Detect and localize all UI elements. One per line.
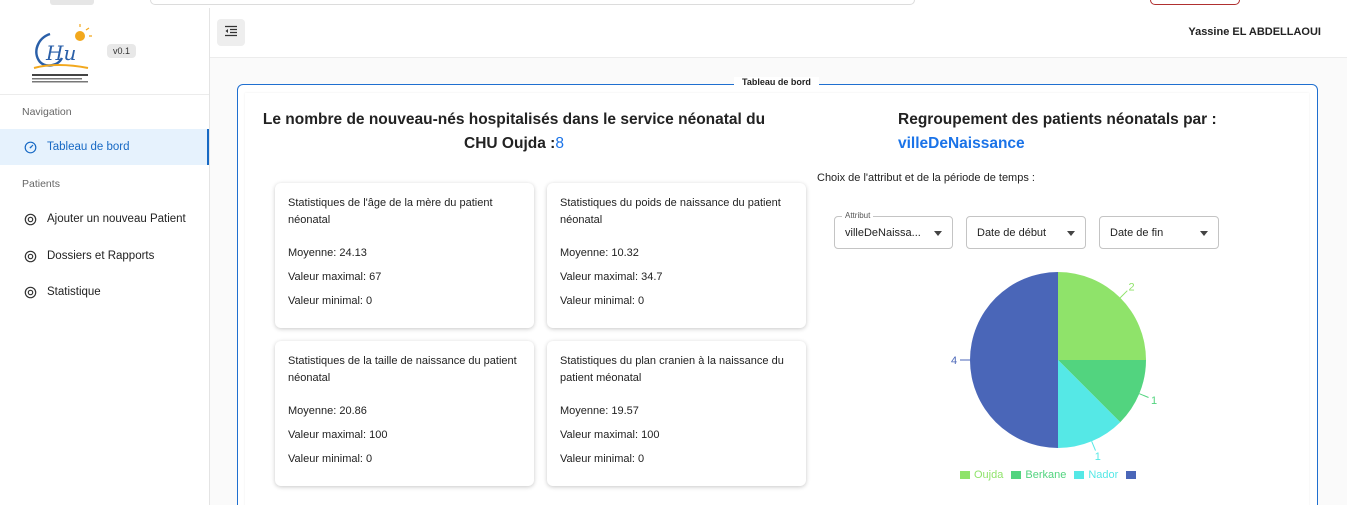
stat-card-plan-cranien: Statistiques du plan cranien à la naissa… xyxy=(547,341,806,486)
pie-value-label: 2 xyxy=(1128,281,1134,293)
user-name[interactable]: Yassine EL ABDELLAOUI xyxy=(1188,26,1321,38)
legend-label: Oujda xyxy=(974,469,1004,481)
date-fin-select[interactable]: Date de fin xyxy=(1099,216,1219,249)
sidebar-item-label: Tableau de bord xyxy=(47,141,130,153)
legend-swatch xyxy=(1074,471,1085,479)
sidebar-item-label: Dossiers et Rapports xyxy=(47,250,155,262)
chevron-down-icon xyxy=(934,231,942,236)
card-max: Valeur maximal: 100 xyxy=(560,429,660,441)
circle-icon xyxy=(24,213,37,226)
card-max: Valeur maximal: 67 xyxy=(288,271,382,283)
card-title: Statistiques du plan cranien à la naissa… xyxy=(560,355,784,384)
card-moyenne: Moyenne: 24.13 xyxy=(288,247,367,259)
card-moyenne: Moyenne: 20.86 xyxy=(288,405,367,417)
attribut-label: Attribut xyxy=(842,211,874,220)
legend-label: Berkane xyxy=(1025,469,1067,481)
menu-collapse-icon xyxy=(224,24,238,42)
legend-item[interactable]: Oujda xyxy=(960,469,1003,481)
pie-slice-unnamed[interactable] xyxy=(970,272,1058,448)
stat-card-poids-naissance: Statistiques du poids de naissance du pa… xyxy=(547,183,806,328)
version-badge: v0.1 xyxy=(107,44,137,58)
attribut-select[interactable]: Attribut villeDeNaissa... xyxy=(834,211,953,249)
legend-item[interactable]: Berkane xyxy=(1011,469,1066,481)
sidebar: Hu v0.1 Navigation Tableau de bord Patie… xyxy=(0,8,210,505)
card-min: Valeur minimal: 0 xyxy=(560,295,645,307)
hospitalized-count: 8 xyxy=(555,135,564,152)
pie-label-line xyxy=(1119,290,1128,299)
divider xyxy=(0,94,209,95)
sidebar-item-label: Statistique xyxy=(47,286,101,298)
date-fin-value: Date de fin xyxy=(1110,226,1164,239)
card-max: Valeur maximal: 34.7 xyxy=(560,271,663,283)
chu-logo: Hu xyxy=(32,24,92,83)
card-min: Valeur minimal: 0 xyxy=(560,453,645,465)
top-header: Yassine EL ABDELLAOUI xyxy=(210,8,1347,58)
browser-top-strip xyxy=(0,0,1347,8)
pie-chart: 2 1 1 4 xyxy=(951,272,1157,463)
chevron-down-icon xyxy=(1067,231,1075,236)
hospitalized-title-text: Le nombre de nouveau-nés hospitalisés da… xyxy=(262,111,766,152)
chevron-down-icon xyxy=(1200,231,1208,236)
dashboard-icon xyxy=(24,141,37,154)
date-debut-value: Date de début xyxy=(977,226,1047,239)
browser-action-button[interactable] xyxy=(1150,0,1240,5)
date-debut-select[interactable]: Date de début xyxy=(966,216,1086,249)
pie-label-line xyxy=(1139,393,1149,398)
legend-item[interactable] xyxy=(1126,469,1140,481)
panel-title: Tableau de bord xyxy=(734,77,819,87)
sidebar-item-ajouter-patient[interactable]: Ajouter un nouveau Patient xyxy=(0,201,209,237)
card-title: Statistiques de l'âge de la mère du pati… xyxy=(288,197,493,226)
grouping-title-text: Regroupement des patients néonatals par … xyxy=(898,111,1217,128)
grouping-title: Regroupement des patients néonatals par … xyxy=(898,108,1217,156)
nav-section-navigation: Navigation xyxy=(22,106,72,118)
card-min: Valeur minimal: 0 xyxy=(288,453,373,465)
legend-swatch xyxy=(1126,471,1137,479)
attribut-value: villeDeNaissa... xyxy=(845,226,921,239)
sidebar-item-tableau-de-bord[interactable]: Tableau de bord xyxy=(0,129,209,165)
chart-legend: Oujda Berkane Nador xyxy=(960,469,1148,481)
menu-toggle-button[interactable] xyxy=(217,19,245,46)
card-moyenne: Moyenne: 19.57 xyxy=(560,405,639,417)
svg-text:Hu: Hu xyxy=(45,41,76,65)
card-title: Statistiques de la taille de naissance d… xyxy=(288,355,517,384)
circle-icon xyxy=(24,250,37,263)
nav-section-patients: Patients xyxy=(22,178,60,190)
pie-value-label: 4 xyxy=(951,355,957,367)
card-min: Valeur minimal: 0 xyxy=(288,295,373,307)
browser-tab[interactable] xyxy=(50,0,94,5)
grouping-attribute: villeDeNaissance xyxy=(898,135,1025,152)
filter-instructions: Choix de l'attribut et de la période de … xyxy=(817,172,1035,184)
pie-label-line xyxy=(1091,441,1096,451)
sidebar-item-dossiers-rapports[interactable]: Dossiers et Rapports xyxy=(0,238,209,274)
stat-card-taille-naissance: Statistiques de la taille de naissance d… xyxy=(275,341,534,486)
legend-item[interactable]: Nador xyxy=(1074,469,1118,481)
card-max: Valeur maximal: 100 xyxy=(288,429,388,441)
pie-value-label: 1 xyxy=(1151,395,1157,407)
circle-icon xyxy=(24,286,37,299)
legend-swatch xyxy=(1011,471,1022,479)
hospitalized-count-title: Le nombre de nouveau-nés hospitalisés da… xyxy=(256,108,772,156)
browser-address-bar[interactable] xyxy=(150,0,915,5)
legend-swatch xyxy=(960,471,970,479)
stat-card-age-mere: Statistiques de l'âge de la mère du pati… xyxy=(275,183,534,328)
pie-value-label: 1 xyxy=(1095,451,1101,463)
card-title: Statistiques du poids de naissance du pa… xyxy=(560,197,781,226)
legend-label: Nador xyxy=(1088,469,1119,481)
card-moyenne: Moyenne: 10.32 xyxy=(560,247,639,259)
sidebar-item-label: Ajouter un nouveau Patient xyxy=(47,213,186,225)
sidebar-item-statistique[interactable]: Statistique xyxy=(0,274,209,310)
